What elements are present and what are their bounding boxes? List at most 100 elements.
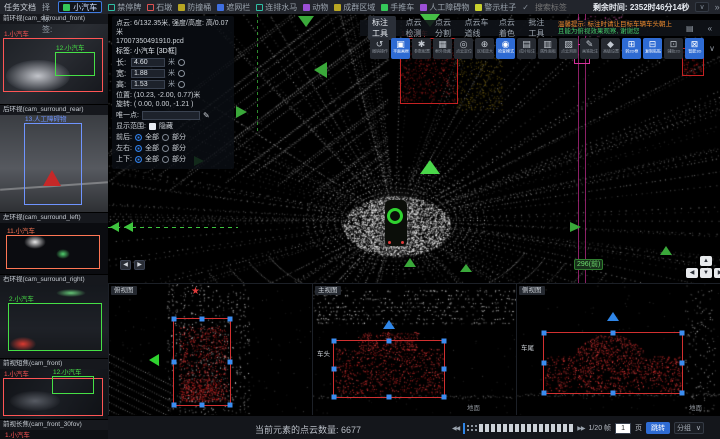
camera-image[interactable]: 1.小汽车 12.小汽车 [0, 24, 108, 104]
tag-item[interactable]: 人工障碍物 [420, 2, 469, 13]
menu-cloud-lane[interactable]: 点云车道线 [465, 17, 489, 39]
timeline-segment[interactable] [551, 424, 555, 432]
collapse-left-icon[interactable]: « [708, 24, 712, 33]
resize-handle[interactable] [200, 317, 205, 322]
timeline-cursor[interactable] [463, 423, 465, 434]
resize-handle[interactable] [172, 317, 177, 322]
subview-side[interactable]: 侧视图 车尾 地面 [516, 283, 720, 415]
camera-image[interactable]: 1.小汽车 [0, 430, 108, 439]
prev-frame-icon[interactable]: ◀◀ [452, 425, 459, 432]
pan-right-button[interactable]: ▶ [714, 268, 720, 278]
tool-advanced[interactable]: ◆高级设置 [601, 38, 620, 59]
tag-item[interactable]: 连排水马 [256, 2, 297, 13]
radio-part[interactable] [162, 145, 169, 152]
height-input[interactable] [131, 80, 165, 89]
radio-all[interactable] [135, 134, 142, 141]
bbox-edit[interactable] [543, 332, 683, 394]
tag-item[interactable]: 手推车 [381, 2, 414, 13]
bbox-2d[interactable]: 13.人工障碍物 [24, 123, 82, 205]
timeline-tick[interactable] [467, 425, 469, 431]
pencil-icon[interactable]: ✎ [203, 111, 210, 120]
tool-inspect-mode[interactable]: ◉检查模式 [496, 38, 515, 59]
timeline-segment[interactable] [503, 424, 507, 432]
panel-grid-icon[interactable]: ▤ [686, 24, 694, 33]
pan-up-button[interactable]: ▲ [700, 256, 712, 266]
timeline-segment[interactable] [521, 424, 525, 432]
frame-timeline[interactable] [463, 422, 573, 434]
resize-handle[interactable] [172, 403, 177, 408]
search-input[interactable] [535, 3, 587, 12]
timeline-tick[interactable] [471, 425, 473, 431]
menu-cloud-color[interactable]: 点云着色 [499, 17, 519, 39]
subview-top[interactable]: 俯视图 ★ [108, 283, 312, 415]
radio-all[interactable] [135, 145, 142, 152]
camera-panel-front-short[interactable]: 前视短焦(cam_front) 1.小汽车 12.小汽车 [0, 359, 108, 420]
tag-item[interactable]: 遮网栏 [217, 2, 250, 13]
page-input[interactable] [615, 423, 631, 434]
menu-annotation-tool[interactable]: 标注工具 [368, 16, 396, 40]
tool-config[interactable]: ✱参数配置 [412, 38, 431, 59]
camera-panel-front-tele[interactable]: 前视长焦(cam_front_30fov) 1.小汽车 [0, 420, 108, 439]
timeline-segment[interactable] [539, 424, 543, 432]
resize-handle[interactable] [228, 360, 233, 365]
timeline-segment[interactable] [545, 424, 549, 432]
resize-handle[interactable] [442, 395, 447, 400]
tool-locate[interactable]: ◎点云定位 [454, 38, 473, 59]
tool-assist-2d[interactable]: ⊡辅助2D [664, 38, 683, 59]
timeline-segment[interactable] [485, 424, 489, 432]
tool-3d-to-2d[interactable]: ⊞转2D框 [622, 38, 641, 59]
check-icon[interactable]: ✓ [522, 3, 529, 12]
menu-note-tool[interactable]: 批注工具 [528, 17, 548, 39]
tag-item[interactable]: 防撞桶 [178, 2, 211, 13]
left-arrow-icon[interactable] [149, 354, 159, 366]
menu-cloud-detect[interactable]: 点云检测 [406, 17, 426, 39]
timeline-segment[interactable] [491, 424, 495, 432]
tool-brush[interactable]: ✎画笔批注 [580, 38, 599, 59]
length-input[interactable] [131, 58, 165, 67]
timeline-segment[interactable] [563, 424, 567, 432]
tag-item[interactable]: 警示柱子 [475, 2, 516, 13]
hide-checkbox[interactable] [149, 123, 156, 130]
timeline-tick[interactable] [475, 425, 477, 431]
resize-handle[interactable] [611, 391, 616, 396]
tag-item[interactable]: 禁停牌 [108, 2, 141, 13]
tool-attributes[interactable]: ▥属性面板 [538, 38, 557, 59]
timeline-segment[interactable] [557, 424, 561, 432]
resize-handle[interactable] [442, 367, 447, 372]
resize-handle[interactable] [200, 403, 205, 408]
resize-handle[interactable] [680, 361, 685, 366]
nav-right-button[interactable]: ▶ [134, 260, 145, 270]
resize-handle[interactable] [680, 391, 685, 396]
tool-zoom-area[interactable]: ⊕区域放大 [475, 38, 494, 59]
tool-copy-paste[interactable]: ⊟复制粘贴 [643, 38, 662, 59]
task-doc-button[interactable]: 任务文档 [4, 2, 36, 13]
tag-item[interactable]: 动物 [303, 2, 328, 13]
camera-image[interactable]: 2.小汽车 [0, 285, 108, 358]
camera-image[interactable]: 13.人工障碍物 [0, 115, 108, 212]
stepper-icon[interactable] [178, 59, 185, 66]
timeline-segment[interactable] [509, 424, 513, 432]
timeline-segment[interactable] [515, 424, 519, 432]
resize-handle[interactable] [228, 317, 233, 322]
width-input[interactable] [131, 69, 165, 78]
camera-panel-rear-surround[interactable]: 后环视(cam_surround_rear) 13.人工障碍物 [0, 105, 108, 213]
tag-item[interactable]: 成群区域 [334, 2, 375, 13]
tool-hide-outside[interactable]: ▦框外隐藏 [433, 38, 452, 59]
resize-handle[interactable] [387, 395, 392, 400]
resize-handle[interactable] [542, 331, 547, 336]
camera-panel-left-surround[interactable]: 左环视(cam_surround_left) 11.小汽车 [0, 213, 108, 275]
up-arrow-icon[interactable] [607, 312, 619, 321]
radio-part[interactable] [162, 134, 169, 141]
selected-tag-chip[interactable]: 小汽车 [58, 1, 102, 13]
resize-handle[interactable] [332, 395, 337, 400]
camera-image[interactable]: 11.小汽车 [0, 223, 108, 274]
resize-handle[interactable] [442, 339, 447, 344]
pointcloud-3d-view[interactable]: 1.小汽车 296(前) 标注工具 点云检测 点云分割 点云车道线 点云着色 批… [108, 14, 720, 283]
pan-left-button[interactable]: ◀ [686, 268, 698, 278]
radio-all[interactable] [135, 156, 142, 163]
timeline-segment[interactable] [569, 424, 573, 432]
timeline-segment[interactable] [497, 424, 501, 432]
bbox-2d[interactable]: 12.小汽车 [52, 376, 94, 394]
stepper-icon[interactable] [178, 70, 185, 77]
up-arrow-icon[interactable] [383, 320, 395, 329]
